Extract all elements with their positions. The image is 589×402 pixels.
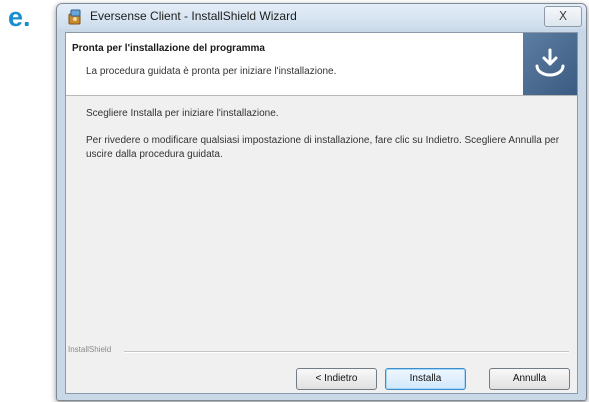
description-text: Per rivedere o modificare qualsiasi impo… [86, 135, 560, 160]
instruction-text: Scegliere Installa per iniziare l'instal… [86, 108, 279, 119]
close-icon: X [558, 9, 568, 23]
window-title: Eversense Client - InstallShield Wizard [90, 9, 297, 23]
header-title: Pronta per l'installazione del programma [72, 43, 265, 54]
cancel-button[interactable]: Annulla [489, 368, 570, 390]
wizard-panel: Pronta per l'installazione del programma… [65, 32, 578, 394]
footer-divider [124, 351, 569, 353]
installshield-label: InstallShield [68, 345, 112, 354]
close-button[interactable]: X [544, 6, 582, 27]
install-arrow-icon [535, 48, 565, 77]
back-button[interactable]: < Indietro [296, 368, 377, 390]
install-button[interactable]: Installa [385, 368, 466, 390]
header-subtitle: La procedura guidata è pronta per inizia… [86, 66, 337, 77]
installer-icon [66, 8, 84, 26]
installer-window: Eversense Client - InstallShield Wizard … [56, 3, 587, 401]
step-marker: e. [8, 2, 31, 32]
title-bar[interactable]: Eversense Client - InstallShield Wizard … [57, 4, 586, 29]
header-banner [523, 33, 577, 95]
wizard-header: Pronta per l'installazione del programma… [66, 33, 577, 96]
